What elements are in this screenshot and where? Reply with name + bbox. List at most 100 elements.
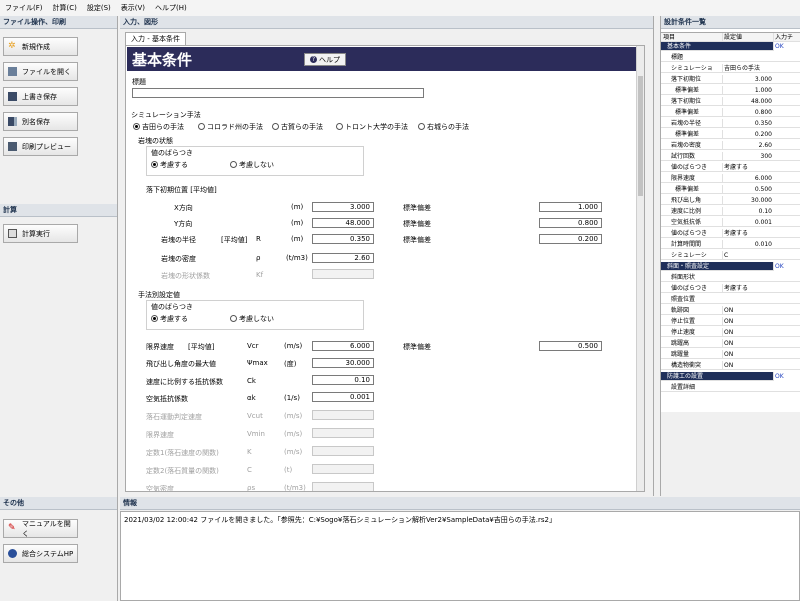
grid-row[interactable]: 標題 [661,53,800,62]
radius-std-input[interactable]: 0.200 [539,234,602,244]
grid-value: ON [722,328,772,337]
grid-item: 値のばらつき [671,164,708,171]
sim-method-yoshida[interactable]: 吉田らの手法 [133,122,184,132]
grid-value: 0.800 [722,108,772,117]
variation-consider-2[interactable]: 考慮する [151,314,188,324]
x-std-input[interactable]: 1.000 [539,202,602,212]
grid-row[interactable]: 岩塊の密度 2.60 [661,141,800,150]
grid-row[interactable]: 値のばらつき 考慮する [661,163,800,172]
form-scrollbar[interactable] [636,46,644,491]
limit-speed-input[interactable]: 6.000 [312,341,374,351]
new-file-button[interactable]: ✲ 新規作成 [3,37,78,56]
sim-method-ushiro[interactable]: 右城らの手法 [418,122,469,132]
x-dir-label: X方向 [174,204,193,212]
grid-row[interactable]: 値のばらつき 考慮する [661,284,800,293]
grid-value: 0.200 [722,130,772,139]
tab-basic-conditions[interactable]: 入力 - 基本条件 [125,32,186,45]
variation-not-consider-2[interactable]: 考慮しない [230,314,274,324]
menu-calc[interactable]: 計算(C) [48,3,82,13]
y-value-input[interactable]: 48.000 [312,218,374,228]
menu-view[interactable]: 表示(V) [116,3,150,13]
variation-consider-1[interactable]: 考慮する [151,160,188,170]
grid-row[interactable]: 速度に比例 0.10 [661,207,800,216]
grid-row[interactable]: 斜面形状 [661,273,800,282]
save-button[interactable]: 上書き保存 [3,87,78,106]
grid-row[interactable]: 計算時間間 0.010 [661,240,800,249]
density-unit: (t/m3) [286,254,308,262]
grid-value: ON [722,361,772,370]
radius-input[interactable]: 0.350 [312,234,374,244]
sim-method-koga[interactable]: 古賀らの手法 [272,122,323,132]
grid-value: 48.000 [722,97,772,106]
conditions-grid: 項目 設定値 入力チ 基本条件 OK 標題 シミュレーショ 吉田らの手法 落下初期位 3.0… [661,32,800,412]
grid-value: 0.10 [722,207,772,216]
grid-row[interactable]: 標準偏差 0.200 [661,130,800,139]
speed-coef-input[interactable]: 0.10 [312,375,374,385]
file-section-title: ファイル操作、印刷 [0,16,117,29]
sim-method-toronto[interactable]: トロント大学の手法 [336,122,408,132]
grid-row[interactable]: 軌跡図 ON [661,306,800,315]
grid-row[interactable]: 空気抵抗係 0.001 [661,218,800,227]
limit-speed-avg: [平均値] [188,343,215,351]
grid-row[interactable]: 落下初期位 48.000 [661,97,800,106]
grid-row[interactable]: 構造物衝突 ON [661,361,800,370]
menu-help[interactable]: ヘルプ(H) [150,3,192,13]
grid-row[interactable]: 標準偏差 0.800 [661,108,800,117]
grid-row[interactable]: 飛び出し角 30.000 [661,196,800,205]
grid-row[interactable]: 値のばらつき 考慮する [661,229,800,238]
print-preview-button[interactable]: 印刷プレビュー [3,137,78,156]
radius-label: 岩塊の半径 [161,236,196,244]
x-std-label: 標準偏差 [403,204,431,212]
grid-row[interactable]: 標準偏差 1.000 [661,86,800,95]
open-manual-button[interactable]: ✎ マニュアルを開く [3,519,78,538]
air-coef-input[interactable]: 0.001 [312,392,374,402]
grid-row[interactable]: 設置詳細 [661,383,800,392]
limit-speed-std-input[interactable]: 0.500 [539,341,602,351]
grid-item: 斜面・照査設定 [667,263,710,270]
grid-row[interactable]: 限界速度 6.000 [661,174,800,183]
variation-not-consider-1[interactable]: 考慮しない [230,160,274,170]
title-input[interactable] [132,88,424,98]
x-value-input[interactable]: 3.000 [312,202,374,212]
grid-row[interactable]: 跳躍量 ON [661,350,800,359]
grid-row[interactable]: 停止速度 ON [661,328,800,337]
grid-value: 1.000 [722,86,772,95]
scroll-thumb[interactable] [638,76,643,196]
grid-row[interactable]: 岩塊の半径 0.350 [661,119,800,128]
grid-category-row[interactable]: 斜面・照査設定 OK [661,262,800,271]
grid-item: 値のばらつき [671,230,708,237]
grid-row[interactable]: 停止位置 ON [661,317,800,326]
help-button[interactable]: ? ヘルプ [304,53,346,66]
grid-value: 300 [722,152,772,161]
grid-row[interactable]: シミュレーショ 吉田らの手法 [661,64,800,73]
disabled-label: 空気密度 [146,485,174,492]
grid-value: ON [722,350,772,359]
run-calc-button[interactable]: 計算実行 [3,224,78,243]
grid-item: 試行回数 [671,153,696,160]
menu-file[interactable]: ファイル(F) [0,3,48,13]
open-file-button[interactable]: ファイルを開く [3,62,78,81]
grid-row[interactable]: 跳躍高 ON [661,339,800,348]
calc-section-title: 計算 [0,204,117,217]
system-hp-button[interactable]: 総合システムHP [3,544,78,563]
grid-item: 落下初期位 [671,76,702,83]
save-as-button[interactable]: 別名保存 [3,112,78,131]
y-std-input[interactable]: 0.800 [539,218,602,228]
density-input[interactable]: 2.60 [312,253,374,263]
grid-row[interactable]: 試行回数 300 [661,152,800,161]
grid-row[interactable]: シミュレーシ C [661,251,800,260]
grid-value: 考慮する [722,163,772,172]
grid-category-row[interactable]: 基本条件 OK [661,42,800,51]
grid-item: 飛び出し角 [671,197,702,204]
manual-icon: ✎ [8,523,16,533]
menu-settings[interactable]: 設定(S) [82,3,116,13]
jump-angle-input[interactable]: 30.000 [312,358,374,368]
grid-row[interactable]: 落下初期位 3.000 [661,75,800,84]
grid-row[interactable]: 照査位置 [661,295,800,304]
grid-value: C [722,251,772,260]
grid-item: 停止速度 [671,329,696,336]
grid-row[interactable]: 標準偏差 0.500 [661,185,800,194]
disabled-symbol: ρs [247,484,256,492]
sim-method-colorado[interactable]: コロラド州の手法 [198,122,263,132]
grid-category-row[interactable]: 防護工の設置 OK [661,372,800,381]
